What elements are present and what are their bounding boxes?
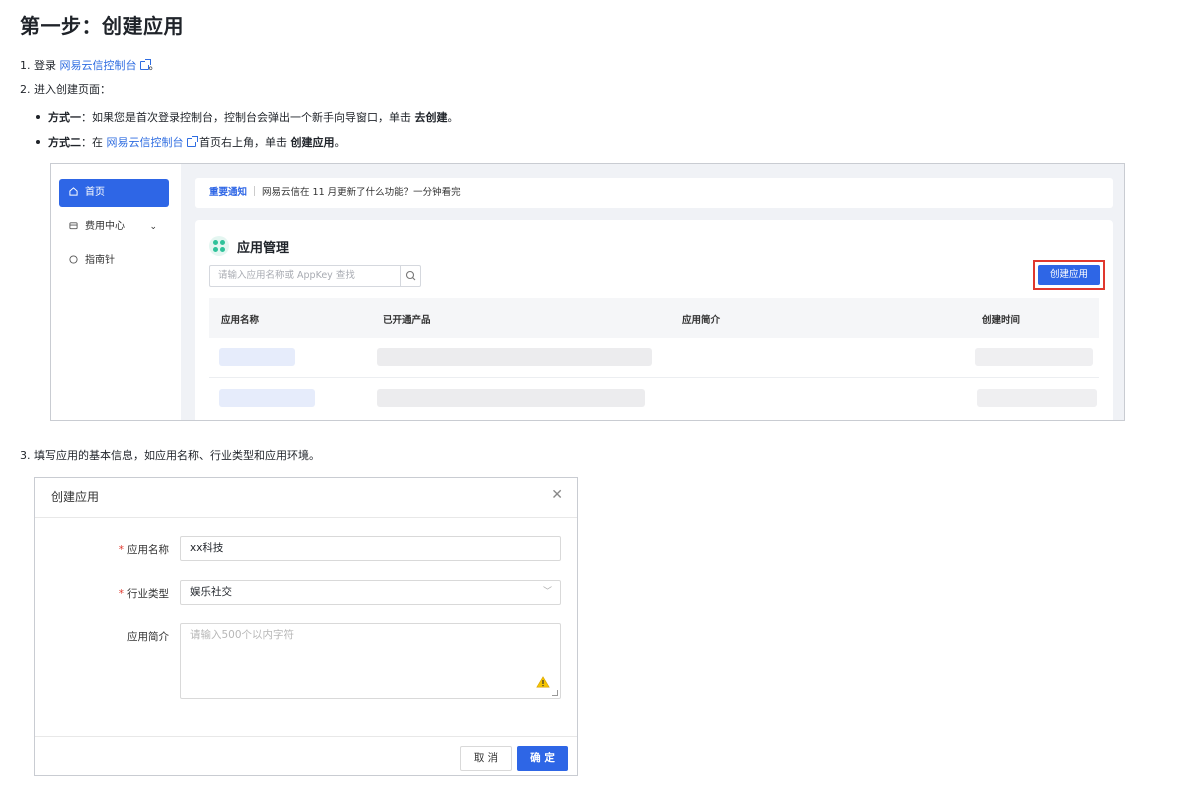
notice-text[interactable]: 网易云信在 11 月更新了什么功能？一分钟看完 bbox=[262, 187, 461, 198]
search-input[interactable]: 请输入应用名称或 AppKey 查找 bbox=[209, 265, 421, 287]
step-1: 1. 登录 网易云信控制台。 bbox=[20, 57, 160, 73]
dialog-title: 创建应用 bbox=[51, 490, 100, 504]
method-1-end: 。 bbox=[447, 111, 459, 124]
warning-icon bbox=[536, 676, 550, 688]
bullet-method-1: 方式一：如果您是首次登录控制台，控制台会弹出一个新手向导窗口，单击 去创建。 bbox=[36, 109, 459, 125]
external-link-icon bbox=[186, 136, 198, 147]
chevron-down-icon: ﹀ bbox=[542, 587, 552, 597]
step-3: 3. 填写应用的基本信息，如应用名称、行业类型和应用环境。 bbox=[20, 449, 320, 462]
search-icon bbox=[405, 270, 416, 281]
search-button[interactable] bbox=[400, 266, 420, 286]
page-title: 第一步：创建应用 bbox=[20, 14, 184, 38]
blurred-cell bbox=[377, 348, 652, 366]
required-mark: * bbox=[118, 588, 124, 600]
dialog-divider bbox=[35, 517, 577, 518]
bullet-method-2: 方式二：在 网易云信控制台 首页右上角，单击 创建应用。 bbox=[36, 134, 346, 150]
method-1-text: ：如果您是首次登录控制台，控制台会弹出一个新手向导窗口，单击 bbox=[81, 111, 415, 124]
method-2-mid: 首页右上角，单击 bbox=[195, 136, 291, 149]
sidebar-item-home[interactable]: 首页 bbox=[59, 179, 169, 207]
create-app-dialog: 创建应用 ✕ * 应用名称 xx科技 * 行业类型 娱乐社交 ﹀ 应用简介 请输入5… bbox=[34, 477, 578, 776]
industry-value: 娱乐社交 bbox=[190, 586, 232, 598]
notice-bar: 重要通知 网易云信在 11 月更新了什么功能？一分钟看完 bbox=[195, 178, 1113, 208]
method-1-label: 方式一 bbox=[48, 111, 81, 124]
home-icon bbox=[69, 187, 78, 196]
blurred-cell bbox=[975, 348, 1093, 366]
app-name-field[interactable]: xx科技 bbox=[180, 536, 561, 561]
sidebar-item-compass[interactable]: 指南针 bbox=[59, 247, 169, 275]
sidebar-item-label: 首页 bbox=[85, 187, 105, 198]
bullet-dot bbox=[36, 140, 40, 144]
sidebar-item-label: 费用中心 bbox=[85, 221, 125, 232]
console-sidebar: 首页 费用中心 ⌄ 指南针 bbox=[51, 164, 181, 420]
search-placeholder: 请输入应用名称或 AppKey 查找 bbox=[218, 270, 355, 281]
blurred-cell bbox=[377, 389, 645, 407]
notice-tag: 重要通知 bbox=[209, 187, 248, 198]
app-name-label: * 应用名称 bbox=[119, 542, 169, 557]
method-2-action: 创建应用 bbox=[290, 136, 335, 149]
compass-icon bbox=[69, 255, 78, 264]
method-1-action: 去创建 bbox=[414, 111, 448, 124]
app-management-panel: 应用管理 请输入应用名称或 AppKey 查找 创建应用 应用名称 已开通产品 … bbox=[195, 220, 1113, 420]
console-link-2[interactable]: 网易云信控制台 bbox=[107, 136, 184, 149]
industry-label: * 行业类型 bbox=[119, 586, 169, 601]
bullet-dot bbox=[36, 115, 40, 119]
notice-divider bbox=[254, 186, 256, 196]
intro-label: 应用简介 bbox=[127, 631, 169, 643]
step-2: 2. 进入创建页面： bbox=[20, 83, 111, 96]
resize-handle[interactable] bbox=[552, 690, 558, 696]
console-screenshot: 首页 费用中心 ⌄ 指南针 重要通知 网易云信在 11 月更新了什么功能？一分钟看… bbox=[50, 163, 1125, 421]
blurred-cell bbox=[219, 348, 295, 366]
column-header: 已开通产品 bbox=[383, 315, 431, 326]
row-divider bbox=[209, 377, 1099, 378]
panel-title: 应用管理 bbox=[237, 241, 290, 256]
step-1-text: 1. 登录 bbox=[20, 59, 60, 72]
console-link[interactable]: 网易云信控制台 bbox=[60, 59, 137, 72]
industry-label-text: 行业类型 bbox=[127, 588, 169, 600]
blurred-cell bbox=[977, 389, 1097, 407]
column-header: 创建时间 bbox=[982, 315, 1021, 326]
create-app-button[interactable]: 创建应用 bbox=[1038, 265, 1100, 285]
intro-placeholder: 请输入500个以内字符 bbox=[190, 629, 295, 641]
app-name-label-text: 应用名称 bbox=[127, 544, 169, 556]
cancel-button[interactable]: 取 消 bbox=[460, 746, 512, 771]
required-mark: * bbox=[118, 544, 124, 556]
method-2-end: 。 bbox=[334, 136, 346, 149]
close-icon[interactable]: ✕ bbox=[551, 487, 563, 503]
app-grid-icon bbox=[209, 236, 229, 256]
external-link-icon bbox=[139, 59, 151, 70]
table-header: 应用名称 已开通产品 应用简介 创建时间 bbox=[209, 298, 1099, 338]
method-2-pre: ：在 bbox=[81, 136, 107, 149]
sidebar-item-label: 指南针 bbox=[85, 255, 115, 266]
method-2-label: 方式二 bbox=[48, 136, 81, 149]
wallet-icon bbox=[69, 222, 78, 230]
intro-textarea[interactable]: 请输入500个以内字符 bbox=[180, 623, 561, 699]
blurred-cell bbox=[219, 389, 315, 407]
highlight-box: 创建应用 bbox=[1033, 260, 1105, 290]
chevron-down-icon: ⌄ bbox=[149, 222, 157, 232]
sidebar-item-billing[interactable]: 费用中心 ⌄ bbox=[59, 213, 169, 241]
confirm-button[interactable]: 确 定 bbox=[517, 746, 568, 771]
column-header: 应用简介 bbox=[682, 315, 721, 326]
column-header: 应用名称 bbox=[221, 315, 260, 326]
dialog-footer-divider bbox=[35, 736, 577, 737]
industry-select[interactable]: 娱乐社交 ﹀ bbox=[180, 580, 561, 605]
